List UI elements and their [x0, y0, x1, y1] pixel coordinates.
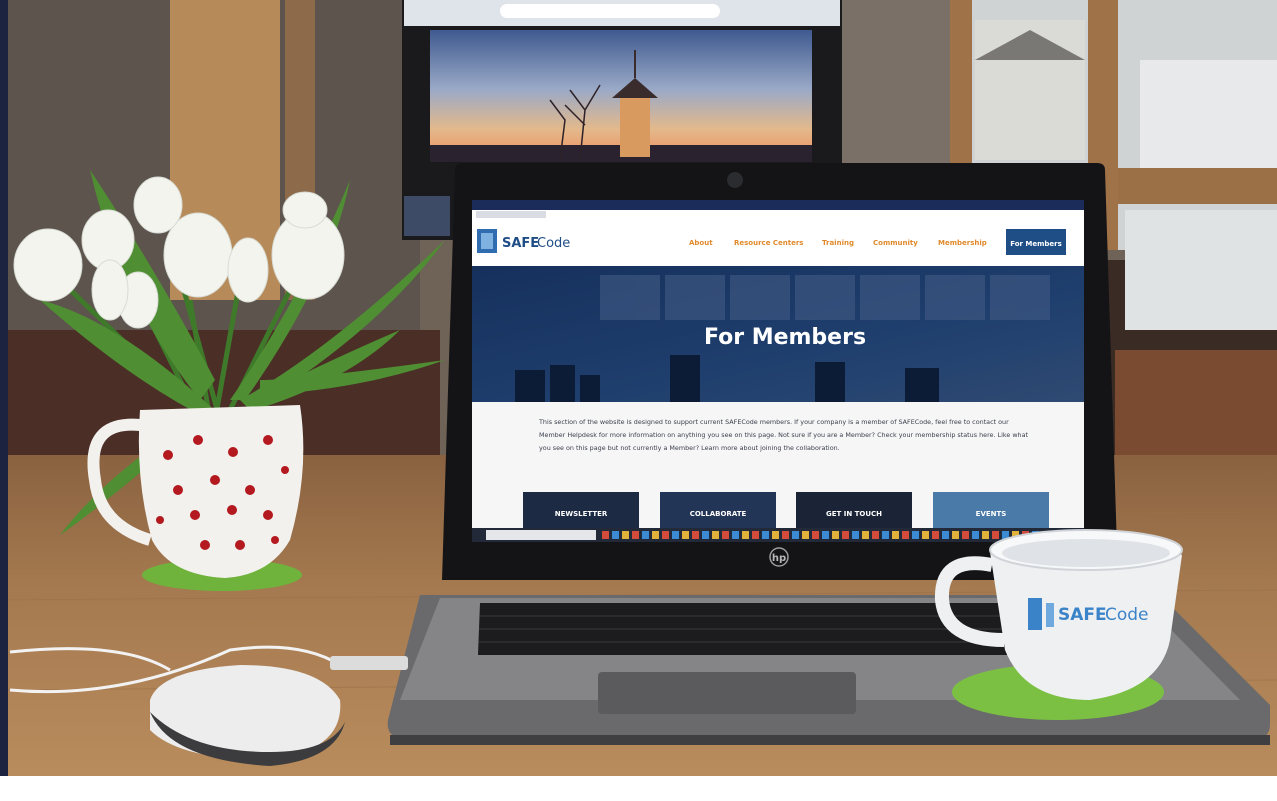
coffee-mug: SAFE Code: [934, 529, 1183, 720]
left-edge-bar: [0, 0, 8, 776]
computer-mouse: [9, 645, 408, 766]
svg-text:Code: Code: [1105, 605, 1149, 625]
svg-text:SAFE: SAFE: [1058, 605, 1107, 625]
